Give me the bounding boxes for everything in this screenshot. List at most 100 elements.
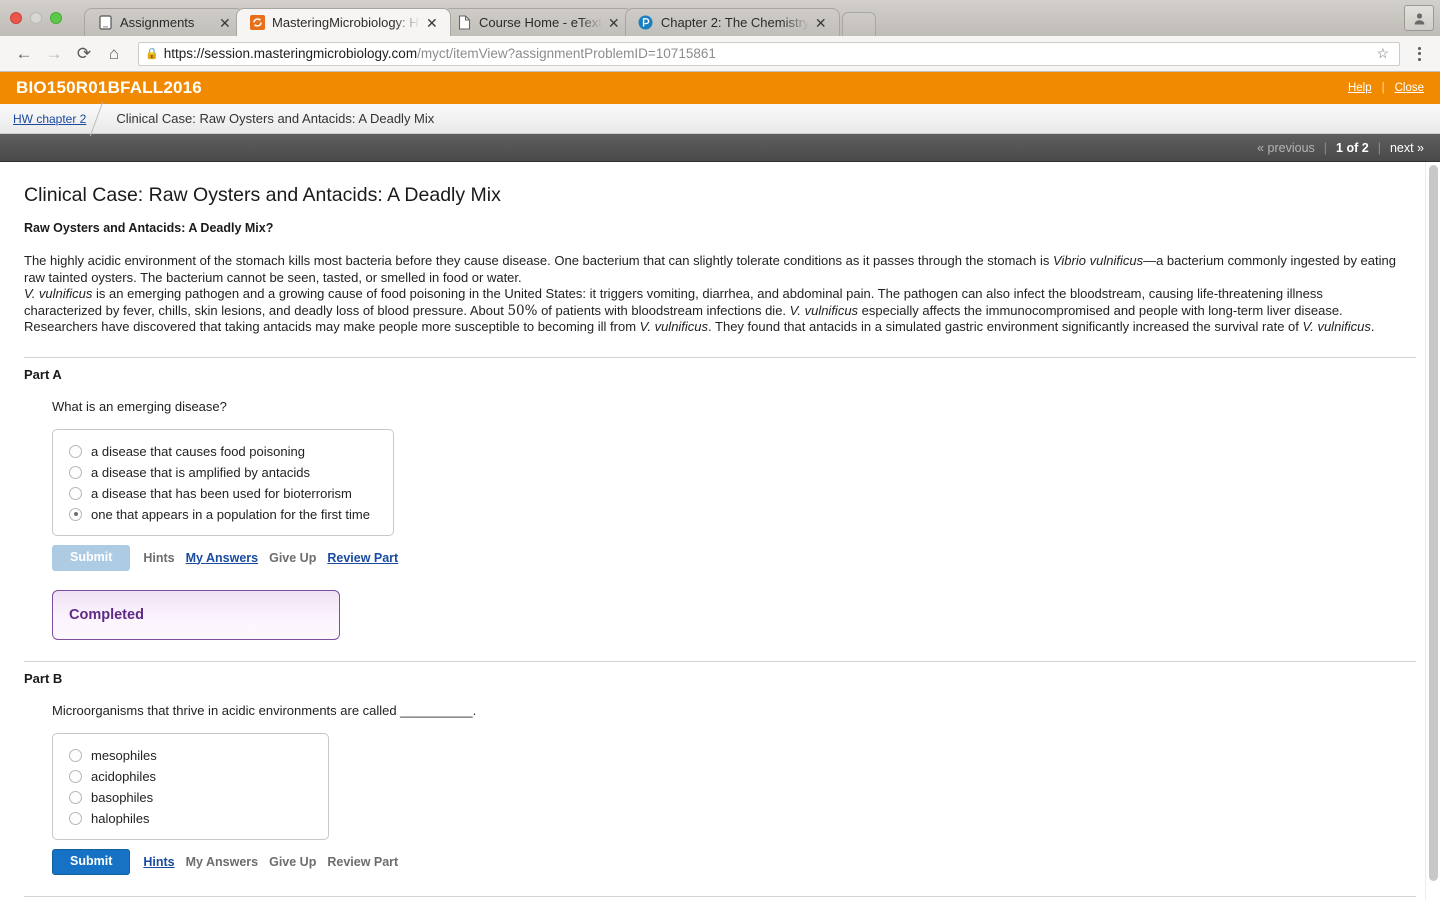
new-tab-button[interactable] — [841, 12, 876, 36]
radio-button-icon[interactable] — [69, 486, 82, 500]
part-b-review-part-link[interactable]: Review Part — [327, 855, 398, 869]
choice-label: mesophiles — [91, 747, 157, 763]
close-tab-icon[interactable]: ✕ — [608, 16, 622, 30]
bookmark-star-icon[interactable]: ☆ — [1372, 45, 1393, 62]
browser-window: Assignments ✕ MasteringMicrobiology: HW … — [0, 0, 1440, 900]
address-bar[interactable]: 🔒 https:// session.masteringmicrobiology… — [138, 41, 1400, 66]
url-scheme: https:// — [163, 46, 205, 61]
part-b-question: Microorganisms that thrive in acidic env… — [52, 703, 1416, 718]
part-a-body: What is an emerging disease? a disease t… — [24, 399, 1416, 640]
pearson-icon — [638, 15, 654, 31]
maximize-window-button[interactable] — [50, 12, 62, 24]
browser-tab-chapter2[interactable]: Chapter 2: The Chemistry of M ✕ — [624, 8, 840, 36]
tab-title: Chapter 2: The Chemistry of M — [660, 15, 809, 30]
window-traffic-lights — [10, 12, 62, 24]
header-links: Help | Close — [1348, 82, 1424, 94]
browser-tab-masteringmicrobiology[interactable]: MasteringMicrobiology: HW ch ✕ — [236, 8, 451, 36]
part-a-my-answers-link[interactable]: My Answers — [186, 551, 258, 565]
close-link[interactable]: Close — [1395, 82, 1424, 94]
previous-problem-link[interactable]: « previous — [1257, 141, 1315, 155]
part-a-choice-4[interactable]: one that appears in a population for the… — [69, 507, 377, 522]
profile-avatar-icon[interactable] — [1404, 5, 1434, 31]
intro-text: of patients with bloodstream infections … — [537, 302, 790, 318]
intro-text: The highly acidic environment of the sto… — [24, 253, 1053, 268]
scrollbar-thumb[interactable] — [1429, 165, 1438, 881]
page-icon — [456, 15, 472, 31]
part-b-choice-1[interactable]: mesophiles — [69, 748, 312, 763]
part-a-status-banner: Completed — [52, 589, 340, 640]
part-a-choice-2[interactable]: a disease that is amplified by antacids — [69, 465, 377, 480]
part-b-hints-link[interactable]: Hints — [143, 855, 174, 869]
tab-title: Course Home - eText — [479, 15, 602, 30]
part-a-question: What is an emerging disease? — [52, 398, 227, 414]
part-b-heading: Part B — [24, 670, 63, 686]
intro-paragraph-1: The highly acidic environment of the sto… — [24, 253, 1402, 286]
part-b-give-up-link[interactable]: Give Up — [269, 855, 316, 869]
breadcrumb-parent-link[interactable]: HW chapter 2 — [13, 112, 86, 126]
mastering-app: BIO150R01BFALL2016 Help | Close HW chapt… — [0, 72, 1440, 900]
part-a-choice-1[interactable]: a disease that causes food poisoning — [69, 444, 377, 459]
minimize-window-button[interactable] — [30, 12, 42, 24]
part-b-my-answers-link[interactable]: My Answers — [186, 855, 258, 869]
browser-tab-strip: Assignments ✕ MasteringMicrobiology: HW … — [0, 0, 1440, 36]
radio-button-icon[interactable] — [69, 748, 82, 762]
part-b-choice-4[interactable]: halophiles — [69, 811, 312, 826]
species-name: V. vulnificus — [639, 319, 709, 334]
radio-button-selected-icon[interactable] — [69, 507, 82, 521]
home-icon[interactable]: ⌂ — [100, 40, 128, 68]
close-tab-icon[interactable]: ✕ — [426, 16, 440, 30]
choice-label: one that appears in a population for the… — [91, 506, 370, 522]
status-badge: Completed — [69, 606, 144, 623]
help-link[interactable]: Help — [1348, 82, 1372, 94]
browser-tab-assignments[interactable]: Assignments ✕ — [84, 8, 244, 36]
species-name: V. vulnificus — [1302, 319, 1371, 334]
forward-icon[interactable]: → — [40, 40, 68, 68]
part-divider — [24, 895, 1416, 897]
part-a-review-part-link[interactable]: Review Part — [327, 551, 398, 565]
part-a-choice-group: a disease that causes food poisoning a d… — [52, 428, 394, 536]
problem-content: Clinical Case: Raw Oysters and Antacids:… — [0, 162, 1440, 900]
part-b-choice-2[interactable]: acidophiles — [69, 769, 312, 784]
choice-label: basophiles — [91, 789, 154, 805]
part-b-submit-button[interactable]: Submit — [52, 848, 131, 875]
close-tab-icon[interactable]: ✕ — [815, 16, 829, 30]
close-tab-icon[interactable]: ✕ — [219, 16, 233, 30]
percentage-value: 50% — [507, 302, 538, 319]
part-b-choice-group: mesophiles acidophiles basophiles haloph… — [52, 732, 329, 840]
part-a-hints-link[interactable]: Hints — [143, 551, 174, 565]
radio-button-icon[interactable] — [69, 811, 82, 825]
browser-tab-course-home[interactable]: Course Home - eText ✕ — [443, 8, 633, 36]
radio-button-icon[interactable] — [69, 465, 82, 479]
course-header-bar: BIO150R01BFALL2016 Help | Close — [0, 72, 1440, 104]
document-icon — [97, 15, 113, 31]
back-icon[interactable]: ← — [10, 40, 38, 68]
species-name: V. vulnificus — [789, 302, 859, 318]
browser-menu-icon[interactable] — [1408, 46, 1430, 61]
intro-text: . They found that antacids in a simulate… — [708, 319, 1303, 334]
breadcrumb-current: Clinical Case: Raw Oysters and Antacids:… — [116, 111, 435, 126]
reload-icon[interactable]: ⟳ — [70, 40, 98, 68]
choice-label: a disease that causes food poisoning — [91, 443, 305, 459]
radio-button-icon[interactable] — [69, 769, 82, 783]
tab-title: Assignments — [120, 15, 195, 30]
part-a-submit-button[interactable]: Submit — [52, 544, 131, 571]
part-a-give-up-link[interactable]: Give Up — [269, 551, 316, 565]
problem-subtitle: Raw Oysters and Antacids: A Deadly Mix? — [24, 221, 274, 235]
content-scrollbar[interactable] — [1425, 162, 1440, 900]
part-a-choice-3[interactable]: a disease that has been used for bioterr… — [69, 486, 377, 501]
breadcrumb: HW chapter 2 Clinical Case: Raw Oysters … — [0, 104, 1440, 134]
problem-pager: « previous | 1 of 2 | next » — [0, 134, 1440, 162]
course-id-label: BIO150R01BFALL2016 — [16, 78, 202, 97]
question-text: Microorganisms that thrive in acidic env… — [52, 702, 401, 718]
part-divider — [24, 356, 1416, 358]
radio-button-icon[interactable] — [69, 444, 82, 458]
radio-button-icon[interactable] — [69, 790, 82, 804]
url-path: /myct/itemView?assignmentProblemID=10715… — [417, 46, 716, 61]
close-window-button[interactable] — [10, 12, 22, 24]
part-b-actions: Submit Hints My Answers Give Up Review P… — [52, 848, 1416, 875]
browser-tabs: Assignments ✕ MasteringMicrobiology: HW … — [84, 8, 876, 36]
choice-label: a disease that has been used for bioterr… — [91, 485, 352, 501]
next-problem-link[interactable]: next » — [1390, 141, 1424, 155]
part-b-choice-3[interactable]: basophiles — [69, 790, 312, 805]
choice-label: halophiles — [91, 810, 150, 826]
